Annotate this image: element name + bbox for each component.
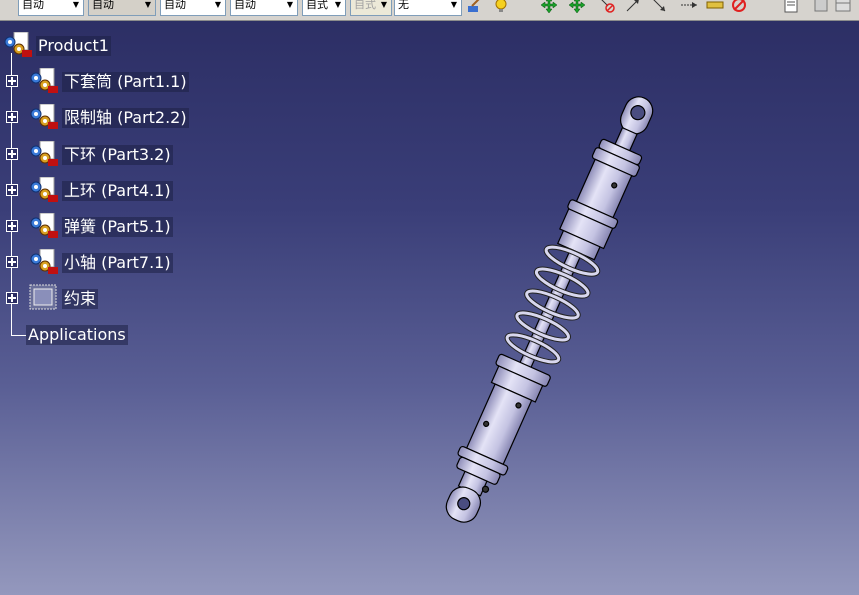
chevron-down-icon[interactable]: ▼: [283, 0, 297, 15]
combo-value: 自式: [354, 0, 376, 11]
part-icon: [28, 68, 60, 94]
tree-connector: [11, 335, 26, 336]
layout-icon[interactable]: [834, 0, 852, 14]
combo-value: 自动: [22, 0, 44, 11]
chevron-down-icon[interactable]: ▼: [331, 0, 345, 15]
product-icon: [2, 32, 34, 58]
combo-value: 自动: [164, 0, 186, 11]
no-symbol-icon[interactable]: [730, 0, 748, 14]
expand-plus-icon[interactable]: [6, 220, 18, 232]
graphic-property-combo-3[interactable]: 自动 ▼: [160, 0, 226, 16]
expand-plus-icon[interactable]: [6, 148, 18, 160]
ruler-icon[interactable]: [706, 0, 724, 14]
tree-node-label[interactable]: 下环 (Part3.2): [62, 145, 173, 165]
expand-plus-icon[interactable]: [6, 75, 18, 87]
tree-node-label[interactable]: 上环 (Part4.1): [62, 181, 173, 201]
part-icon: [28, 104, 60, 130]
toolbar: 自动 ▼ 自动 ▼ 自动 ▼ 自动 ▼ 自式 ▼ 自式 ▼ 无 ▼: [0, 0, 859, 21]
tree-node-label[interactable]: 弹簧 (Part5.1): [62, 217, 173, 237]
tree-root-label[interactable]: Product1: [36, 36, 111, 56]
expand-plus-icon[interactable]: [6, 184, 18, 196]
snap-move-icon[interactable]: [568, 0, 586, 14]
graphic-property-combo-2[interactable]: 自动 ▼: [88, 0, 156, 16]
expand-plus-icon[interactable]: [6, 292, 18, 304]
tree-node-label[interactable]: 约束: [62, 289, 99, 309]
combo-value: 自动: [92, 0, 114, 11]
tree-node-label[interactable]: 限制轴 (Part2.2): [62, 108, 189, 128]
combo-value: 无: [398, 0, 409, 11]
part-icon: [28, 213, 60, 239]
chevron-down-icon[interactable]: ▼: [69, 0, 83, 15]
paint-brush-icon[interactable]: [466, 0, 484, 14]
shock-absorber-model[interactable]: [430, 70, 670, 550]
part-icon: [28, 177, 60, 203]
graphic-property-combo-6: 自式 ▼: [350, 0, 392, 16]
expand-plus-icon[interactable]: [6, 111, 18, 123]
graphic-property-combo-1[interactable]: 自动 ▼: [18, 0, 84, 16]
move-cross-icon[interactable]: [540, 0, 558, 14]
arrow-up-right-icon[interactable]: [624, 0, 642, 14]
tree-node-label[interactable]: Applications: [26, 325, 128, 345]
constraints-icon: [29, 284, 57, 310]
tools-icon[interactable]: [812, 0, 830, 14]
expand-plus-icon[interactable]: [6, 256, 18, 268]
chevron-down-icon[interactable]: ▼: [141, 0, 155, 15]
chevron-down-icon[interactable]: ▼: [211, 0, 225, 15]
arrow-right-icon[interactable]: [680, 0, 698, 14]
light-bulb-icon[interactable]: [492, 0, 510, 14]
chevron-down-icon: ▼: [380, 0, 388, 9]
graphic-property-combo-4[interactable]: 自动 ▼: [230, 0, 298, 16]
combo-value: 自动: [234, 0, 256, 11]
no-constraint-icon[interactable]: [598, 0, 616, 14]
tree-node-label[interactable]: 下套筒 (Part1.1): [62, 72, 189, 92]
arrow-down-right-icon[interactable]: [650, 0, 668, 14]
graphic-property-combo-7[interactable]: 无 ▼: [394, 0, 462, 16]
graphic-property-combo-5[interactable]: 自式 ▼: [302, 0, 346, 16]
chevron-down-icon[interactable]: ▼: [447, 0, 461, 15]
part-icon: [28, 249, 60, 275]
properties-icon[interactable]: [782, 0, 800, 14]
tree-node-label[interactable]: 小轴 (Part7.1): [62, 253, 173, 273]
combo-value: 自式: [306, 0, 328, 11]
part-icon: [28, 141, 60, 167]
